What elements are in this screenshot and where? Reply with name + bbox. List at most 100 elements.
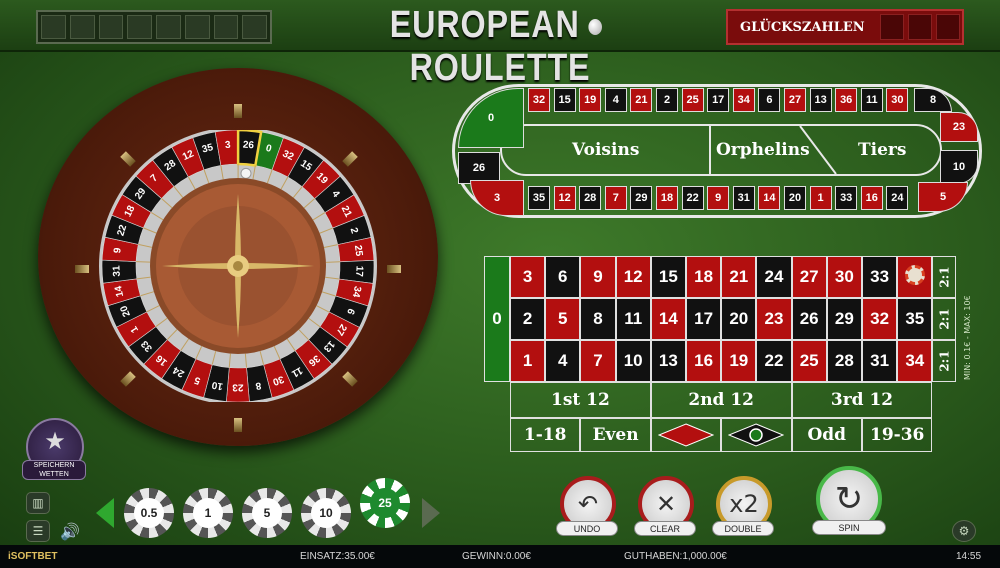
racetrack-number-11[interactable]: 11 <box>860 88 883 112</box>
table-number-3[interactable]: 3 <box>510 256 546 298</box>
racetrack-number-17[interactable]: 17 <box>707 88 730 112</box>
chip-next-arrow[interactable] <box>422 498 440 528</box>
table-number-16[interactable]: 16 <box>686 340 722 382</box>
racetrack-voisins[interactable]: Voisins <box>572 140 639 160</box>
table-number-17[interactable]: 17 <box>686 298 722 340</box>
racetrack-number-21[interactable]: 21 <box>630 88 653 112</box>
table-number-10[interactable]: 10 <box>615 340 651 382</box>
racetrack-number-4[interactable]: 4 <box>604 88 627 112</box>
save-bets-button[interactable]: SPEICHERN WETTEN <box>22 460 86 480</box>
chip-0.5[interactable]: 0.5 <box>124 488 174 538</box>
column-bet-label: 2:1 <box>937 350 952 372</box>
racetrack-number-0[interactable]: 0 <box>458 88 524 148</box>
chip-1[interactable]: 1 <box>183 488 233 538</box>
table-number-35[interactable]: 35 <box>897 298 933 340</box>
racetrack-number-9[interactable]: 9 <box>707 186 730 210</box>
table-number-28[interactable]: 28 <box>826 340 862 382</box>
dozen-bet-1[interactable]: 1st 12 <box>510 382 651 418</box>
racetrack-number-28[interactable]: 28 <box>579 186 602 210</box>
chip-prev-arrow[interactable] <box>96 498 114 528</box>
table-zero[interactable]: 0 <box>484 256 510 382</box>
table-number-12[interactable]: 12 <box>615 256 651 298</box>
table-number-14[interactable]: 14 <box>650 298 686 340</box>
bet-high[interactable]: 19-36 <box>862 418 933 452</box>
racetrack-number-14[interactable]: 14 <box>758 186 781 210</box>
bet-black[interactable] <box>721 418 792 452</box>
racetrack-number-18[interactable]: 18 <box>656 186 678 210</box>
racetrack-number-22[interactable]: 22 <box>681 186 704 210</box>
racetrack-number-30[interactable]: 30 <box>886 88 909 112</box>
table-number-27[interactable]: 27 <box>791 256 827 298</box>
racetrack-number-3[interactable]: 3 <box>470 180 524 216</box>
table-number-33[interactable]: 33 <box>862 256 898 298</box>
dozen-bet-2[interactable]: 2nd 12 <box>650 382 792 418</box>
racetrack-number-1[interactable]: 1 <box>809 186 832 210</box>
table-number-32[interactable]: 32 <box>862 298 898 340</box>
racetrack-number-35[interactable]: 35 <box>528 186 550 210</box>
table-number-7[interactable]: 7 <box>580 340 616 382</box>
table-number-30[interactable]: 30 <box>826 256 862 298</box>
racetrack-number-7[interactable]: 7 <box>604 186 627 210</box>
double-icon: x2 <box>729 490 759 518</box>
racetrack-number-31[interactable]: 31 <box>732 186 755 210</box>
table-number-24[interactable]: 24 <box>756 256 792 298</box>
racetrack-number-2[interactable]: 2 <box>656 88 678 112</box>
table-number-15[interactable]: 15 <box>650 256 686 298</box>
table-number-31[interactable]: 31 <box>862 340 898 382</box>
racetrack-number-34[interactable]: 34 <box>732 88 755 112</box>
racetrack-number-32[interactable]: 32 <box>528 88 550 112</box>
bet-even[interactable]: Even <box>580 418 651 452</box>
table-number-6[interactable]: 6 <box>545 256 581 298</box>
statistics-icon[interactable]: ▥ <box>26 492 50 514</box>
table-number-2[interactable]: 2 <box>510 298 546 340</box>
bet-low[interactable]: 1-18 <box>510 418 581 452</box>
table-number-8[interactable]: 8 <box>580 298 616 340</box>
table-number-20[interactable]: 20 <box>721 298 757 340</box>
racetrack-number-6[interactable]: 6 <box>758 88 781 112</box>
racetrack-number-27[interactable]: 27 <box>784 88 806 112</box>
table-number-29[interactable]: 29 <box>826 298 862 340</box>
lucky-slot <box>908 14 932 40</box>
table-number-25[interactable]: 25 <box>791 340 827 382</box>
table-number-22[interactable]: 22 <box>756 340 792 382</box>
racetrack-number-36[interactable]: 36 <box>835 88 858 112</box>
chip-5[interactable]: 5 <box>242 488 292 538</box>
chip-10[interactable]: 10 <box>301 488 351 538</box>
table-number-26[interactable]: 26 <box>791 298 827 340</box>
racetrack-number-12[interactable]: 12 <box>553 186 576 210</box>
table-number-18[interactable]: 18 <box>686 256 722 298</box>
settings-icon[interactable]: ⚙ <box>952 520 976 542</box>
sound-icon[interactable]: 🔊 <box>58 520 82 542</box>
racetrack-number-24[interactable]: 24 <box>886 186 909 210</box>
table-number-34[interactable]: 34 <box>897 340 933 382</box>
column-bet-2[interactable]: 2:1 <box>932 298 957 340</box>
bet-odd[interactable]: Odd <box>791 418 862 452</box>
racetrack-number-5[interactable]: 5 <box>918 182 968 212</box>
spin-label: SPIN <box>812 520 886 535</box>
menu-icon[interactable]: ☰ <box>26 520 50 542</box>
racetrack-number-20[interactable]: 20 <box>784 186 806 210</box>
table-number-23[interactable]: 23 <box>756 298 792 340</box>
racetrack-number-19[interactable]: 19 <box>579 88 602 112</box>
column-bet-1[interactable]: 2:1 <box>932 256 957 298</box>
lucky-numbers-button[interactable]: GLÜCKSZAHLEN <box>726 9 964 45</box>
table-number-9[interactable]: 9 <box>580 256 616 298</box>
table-number-21[interactable]: 21 <box>721 256 757 298</box>
table-number-4[interactable]: 4 <box>545 340 581 382</box>
table-number-1[interactable]: 1 <box>510 340 546 382</box>
table-number-11[interactable]: 11 <box>615 298 651 340</box>
column-bet-3[interactable]: 2:1 <box>932 340 957 382</box>
table-number-13[interactable]: 13 <box>650 340 686 382</box>
racetrack-number-16[interactable]: 16 <box>860 186 883 210</box>
table-number-19[interactable]: 19 <box>721 340 757 382</box>
racetrack-number-15[interactable]: 15 <box>553 88 576 112</box>
racetrack-number-29[interactable]: 29 <box>630 186 653 210</box>
close-icon: ✕ <box>655 490 677 518</box>
table-number-5[interactable]: 5 <box>545 298 581 340</box>
chip-25[interactable]: 25 <box>360 478 410 528</box>
dozen-bet-3[interactable]: 3rd 12 <box>791 382 933 418</box>
racetrack-number-25[interactable]: 25 <box>681 88 704 112</box>
racetrack-number-13[interactable]: 13 <box>809 88 832 112</box>
racetrack-number-33[interactable]: 33 <box>835 186 858 210</box>
bet-red[interactable] <box>650 418 722 452</box>
